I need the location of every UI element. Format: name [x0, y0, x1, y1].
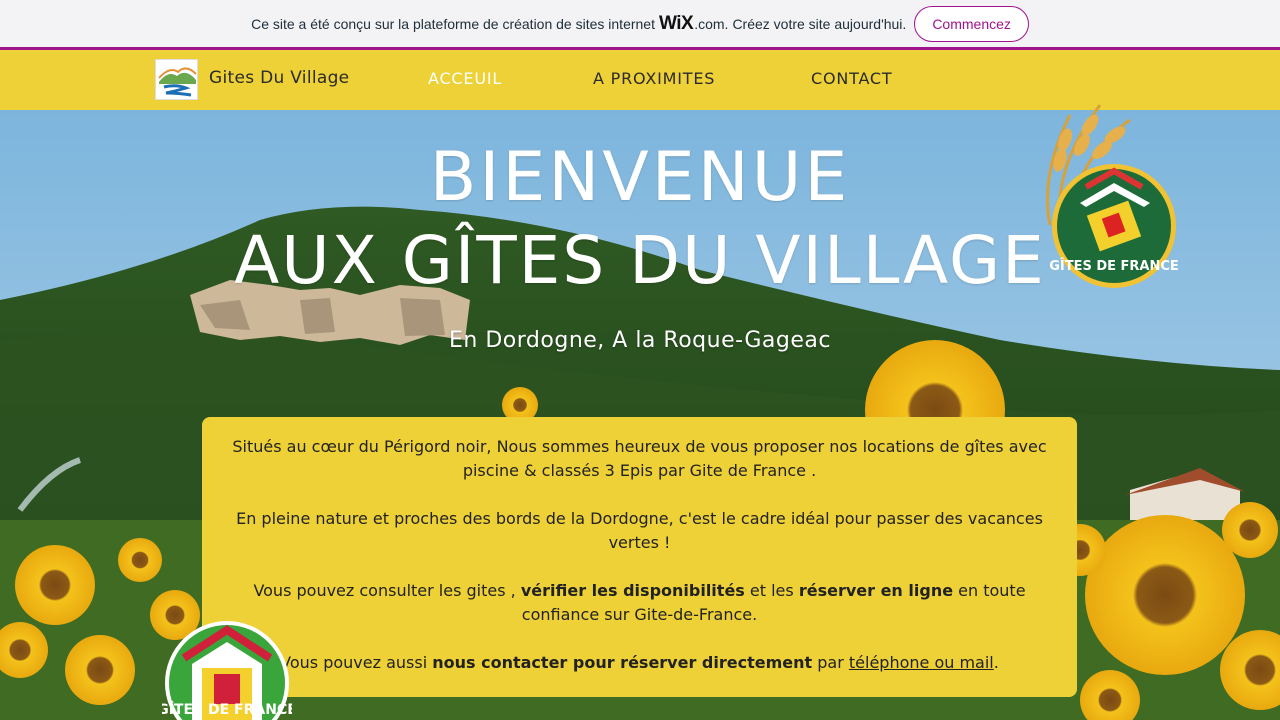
- info-text: Vous pouvez aussi: [280, 653, 428, 672]
- badge-bottom-text: GÎTES DE FRANCE: [162, 701, 292, 718]
- info-paragraph-2: En pleine nature et proches des bords de…: [236, 509, 1043, 552]
- info-bold-book-online: réserver en ligne: [798, 581, 954, 600]
- gites-de-france-badge-top: GÎTES DE FRANCE: [1046, 104, 1179, 288]
- wix-logo: WiX: [658, 12, 694, 34]
- nav-item-accueil[interactable]: ACCEUIL: [428, 69, 502, 88]
- info-paragraph-1: Situés au cœur du Périgord noir, Nous so…: [232, 437, 1047, 480]
- info-paragraph-3: Vous pouvez consulter les gites , vérifi…: [226, 579, 1053, 627]
- gites-de-france-badge-bottom: GÎTES DE FRANCE: [162, 621, 292, 720]
- wix-banner: Ce site a été conçu sur la plateforme de…: [0, 0, 1280, 47]
- hero-subtitle: En Dordogne, A la Roque-Gageac: [449, 328, 831, 353]
- site-logo-icon: [156, 60, 197, 99]
- nav-item-contact[interactable]: CONTACT: [811, 69, 892, 88]
- info-text: et les: [749, 581, 794, 600]
- info-paragraph-4: Vous pouvez aussi nous contacter pour ré…: [226, 651, 1053, 675]
- contact-link[interactable]: téléphone ou mail: [849, 653, 994, 672]
- nav-item-a-proximites[interactable]: A PROXIMITES: [593, 69, 715, 88]
- wix-banner-cta-text: Créez votre site aujourd'hui.: [732, 15, 907, 32]
- info-text: Vous pouvez consulter les gites ,: [253, 581, 516, 600]
- info-box: Situés au cœur du Périgord noir, Nous so…: [202, 417, 1077, 697]
- info-text: par: [817, 653, 844, 672]
- site-name[interactable]: Gites Du Village: [209, 68, 349, 88]
- info-bold-contact: nous contacter pour réserver directement: [432, 653, 813, 672]
- info-bold-availability: vérifier les disponibilités: [520, 581, 745, 600]
- wix-logo-suffix: .com.: [694, 15, 729, 32]
- site-logo[interactable]: [155, 59, 198, 100]
- badge-top-text: GÎTES DE FRANCE: [1049, 258, 1179, 274]
- start-button[interactable]: Commencez: [914, 5, 1029, 42]
- wix-banner-text: Ce site a été conçu sur la plateforme de…: [251, 15, 655, 32]
- info-text: .: [993, 653, 999, 672]
